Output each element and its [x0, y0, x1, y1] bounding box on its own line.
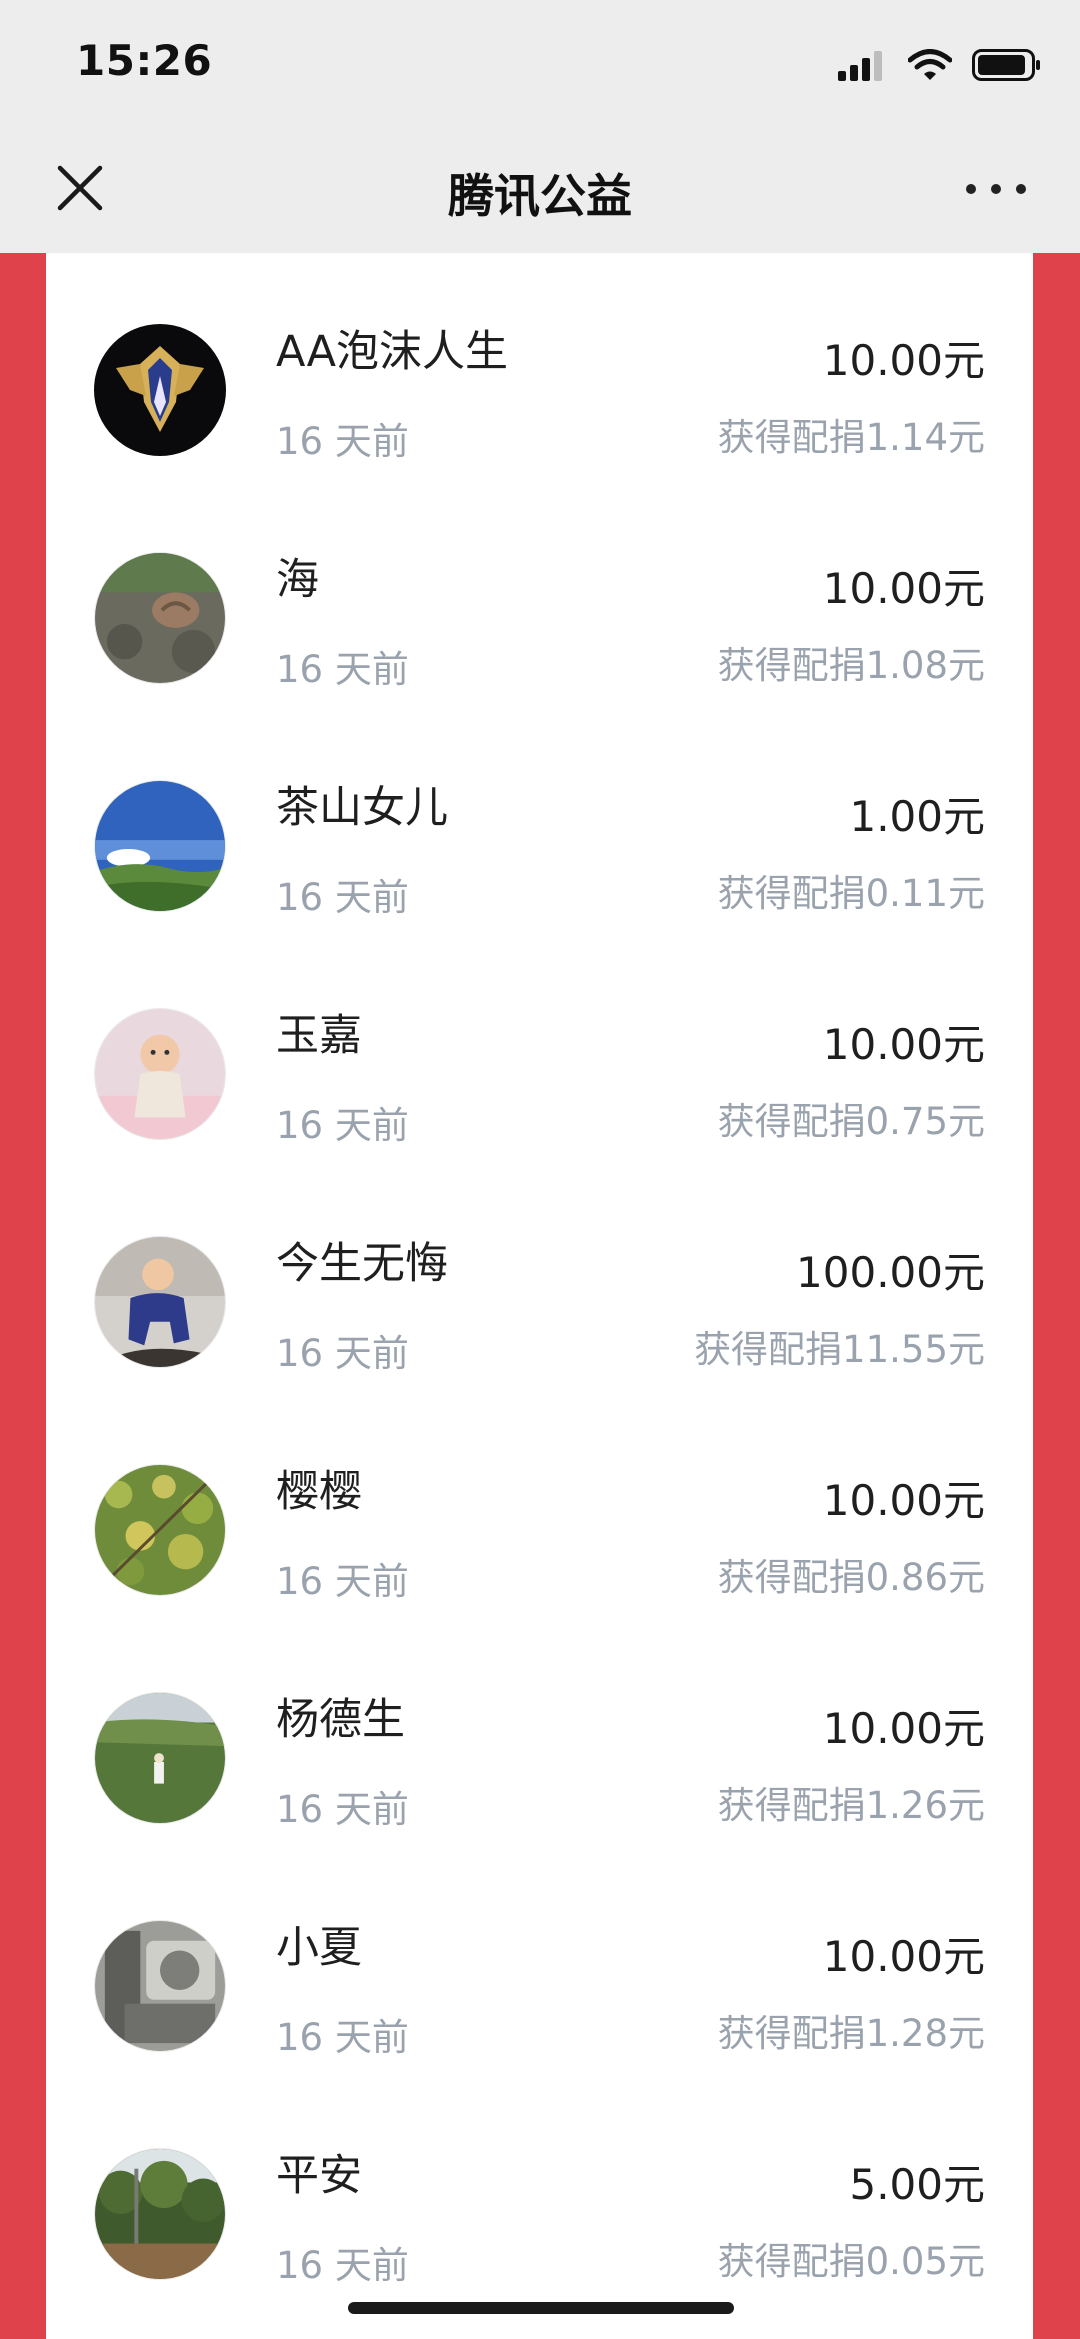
wifi-icon	[907, 49, 953, 85]
donation-amount: 1.00元	[849, 792, 985, 841]
list-item[interactable]: 玉嘉 16 天前 10.00元 获得配捐0.75元	[46, 937, 1033, 1165]
status-icons	[838, 48, 1042, 86]
nav-bar: 腾讯公益	[0, 130, 1080, 253]
list-item[interactable]: 海 16 天前 10.00元 获得配捐1.08元	[46, 481, 1033, 709]
donor-name: 小夏	[276, 1923, 362, 1973]
matched-amount: 获得配捐0.75元	[717, 1100, 985, 1143]
list-item[interactable]: 小夏 16 天前 10.00元 获得配捐1.28元	[46, 1849, 1033, 2077]
donor-name: AA泡沫人生	[276, 327, 509, 377]
donation-time: 16 天前	[276, 1332, 409, 1375]
donation-time: 16 天前	[276, 1560, 409, 1603]
avatar	[94, 324, 226, 456]
avatar	[94, 1236, 226, 1368]
matched-amount: 获得配捐0.11元	[717, 872, 985, 915]
donation-time: 16 天前	[276, 876, 409, 919]
donation-amount: 100.00元	[796, 1248, 985, 1297]
donation-time: 16 天前	[276, 420, 409, 463]
more-icon[interactable]	[966, 174, 1026, 204]
donation-amount: 10.00元	[822, 564, 985, 613]
matched-amount: 获得配捐1.28元	[717, 2012, 985, 2055]
avatar	[94, 1692, 226, 1824]
donation-time: 16 天前	[276, 1788, 409, 1831]
avatar	[94, 1008, 226, 1140]
list-item[interactable]: AA泡沫人生 16 天前 10.00元 获得配捐1.14元	[46, 253, 1033, 481]
donor-name: 杨德生	[276, 1695, 405, 1745]
battery-icon	[972, 48, 1042, 86]
avatar	[94, 780, 226, 912]
donation-amount: 10.00元	[822, 1020, 985, 1069]
list-item[interactable]: 今生无悔 16 天前 100.00元 获得配捐11.55元	[46, 1165, 1033, 1393]
matched-amount: 获得配捐1.26元	[717, 1784, 985, 1827]
donation-amount: 10.00元	[822, 336, 985, 385]
donor-name: 海	[276, 555, 319, 605]
list-item[interactable]: 茶山女儿 16 天前 1.00元 获得配捐0.11元	[46, 709, 1033, 937]
donation-amount: 10.00元	[822, 1476, 985, 1525]
avatar	[94, 2148, 226, 2280]
signal-icon	[838, 49, 888, 85]
donation-amount: 10.00元	[822, 1932, 985, 1981]
donation-time: 16 天前	[276, 2244, 409, 2287]
avatar	[94, 1464, 226, 1596]
donor-name: 今生无悔	[276, 1239, 448, 1289]
list-item[interactable]: 樱樱 16 天前 10.00元 获得配捐0.86元	[46, 1393, 1033, 1621]
status-bar: 15:26	[0, 0, 1080, 130]
list-item[interactable]: 杨德生 16 天前 10.00元 获得配捐1.26元	[46, 1621, 1033, 1849]
donation-time: 16 天前	[276, 1104, 409, 1147]
donation-amount: 10.00元	[822, 1704, 985, 1753]
avatar	[94, 1920, 226, 2052]
list-item[interactable]: 平安 16 天前 5.00元 获得配捐0.05元	[46, 2077, 1033, 2305]
matched-amount: 获得配捐11.55元	[694, 1328, 985, 1371]
matched-amount: 获得配捐0.05元	[717, 2240, 985, 2283]
matched-amount: 获得配捐1.14元	[717, 416, 985, 459]
donation-time: 16 天前	[276, 648, 409, 691]
donor-name: 茶山女儿	[276, 783, 448, 833]
matched-amount: 获得配捐1.08元	[717, 644, 985, 687]
matched-amount: 获得配捐0.86元	[717, 1556, 985, 1599]
status-time: 15:26	[76, 36, 213, 85]
donation-time: 16 天前	[276, 2016, 409, 2059]
donation-amount: 5.00元	[849, 2160, 985, 2209]
donor-name: 樱樱	[276, 1467, 362, 1517]
page-title: 腾讯公益	[448, 169, 632, 223]
donation-list: AA泡沫人生 16 天前 10.00元 获得配捐1.14元 海 16 天前 10…	[46, 253, 1033, 2339]
home-indicator[interactable]	[348, 2302, 734, 2314]
donor-name: 玉嘉	[276, 1011, 362, 1061]
avatar	[94, 552, 226, 684]
donor-name: 平安	[276, 2151, 362, 2201]
